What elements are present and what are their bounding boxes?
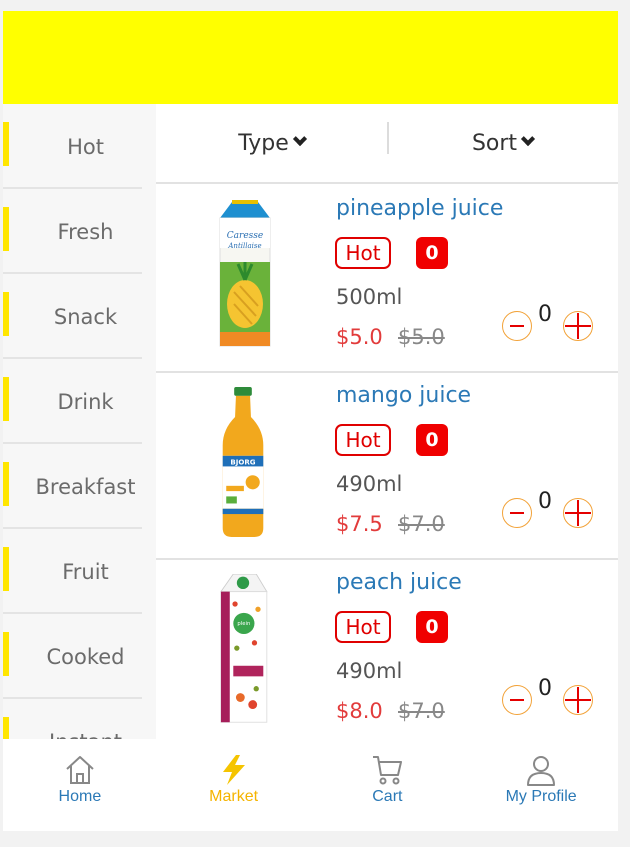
product-name[interactable]: mango juice [336, 383, 471, 408]
sidebar-item-snack[interactable]: Snack [3, 274, 156, 359]
svg-text:plein: plein [237, 621, 250, 627]
sidebar-item-cooked[interactable]: Cooked [3, 614, 156, 699]
product-old-price: $7.0 [398, 699, 445, 723]
product-card[interactable]: Caresse Antillaise pineapple juice Hot 0… [156, 186, 618, 373]
product-price: $8.0 [336, 699, 383, 723]
tab-cart-label: Cart [372, 788, 403, 805]
decrease-quantity-button[interactable] [502, 311, 532, 341]
sidebar-item-label: Instant [37, 730, 122, 740]
sidebar-item-label: Cooked [46, 644, 125, 669]
plus-icon-stroke [577, 687, 579, 713]
tab-home-label: Home [58, 788, 102, 805]
product-name[interactable]: pineapple juice [336, 196, 503, 221]
product-price: $5.0 [336, 325, 383, 349]
chevron-down-icon [292, 131, 307, 147]
sort-filter-button[interactable]: Sort [387, 104, 618, 182]
chevron-down-icon [520, 131, 536, 147]
product-volume: 500ml [336, 285, 403, 309]
top-banner [3, 11, 618, 104]
sidebar-item-label: Hot [67, 134, 104, 159]
minus-icon [510, 512, 524, 514]
sidebar-item-label: Drink [57, 389, 114, 414]
minus-icon [510, 325, 524, 327]
sidebar-item-drink[interactable]: Drink [3, 359, 156, 444]
product-volume: 490ml [336, 472, 403, 496]
product-name[interactable]: peach juice [336, 570, 462, 595]
product-list: Caresse Antillaise pineapple juice Hot 0… [156, 186, 618, 739]
decrease-quantity-button[interactable] [502, 498, 532, 528]
sidebar-item-fresh[interactable]: Fresh [3, 189, 156, 274]
quantity-value: 0 [538, 676, 552, 701]
count-badge: 0 [416, 237, 448, 269]
app-frame: Hot Fresh Snack Drink Breakfast Fruit Co… [3, 11, 618, 831]
count-badge: 0 [416, 611, 448, 643]
hot-tag: Hot [335, 611, 391, 643]
tab-my-profile[interactable]: My Profile [464, 739, 618, 831]
product-volume: 490ml [336, 659, 403, 683]
quantity-value: 0 [538, 302, 552, 327]
sidebar-item-label: Breakfast [35, 474, 136, 499]
product-old-price: $7.0 [398, 512, 445, 536]
svg-text:BJORG: BJORG [230, 458, 255, 467]
sidebar-item-breakfast[interactable]: Breakfast [3, 444, 156, 529]
increase-quantity-button[interactable] [563, 311, 593, 341]
plus-icon-stroke [577, 500, 579, 526]
mango-juice-image: BJORG [222, 387, 264, 537]
tab-cart[interactable]: Cart [311, 739, 465, 831]
sort-filter-label: Sort [471, 130, 518, 156]
product-old-price: $5.0 [398, 325, 445, 349]
filter-bar: Type Sort [156, 104, 618, 184]
sidebar-item-fruit[interactable]: Fruit [3, 529, 156, 614]
bottom-tab-bar: Home Market Cart My Profile [3, 739, 618, 831]
sidebar-item-label: Fruit [62, 559, 109, 584]
count-badge: 0 [416, 424, 448, 456]
sidebar-item-instant[interactable]: Instant [3, 699, 156, 739]
sidebar-item-label: Snack [53, 304, 118, 329]
hot-tag: Hot [335, 424, 391, 456]
profile-icon [527, 756, 556, 786]
home-icon [66, 756, 94, 784]
cart-icon [373, 756, 403, 785]
tab-market[interactable]: Market [157, 739, 311, 831]
increase-quantity-button[interactable] [563, 685, 593, 715]
svg-text:Caresse: Caresse [227, 231, 263, 241]
hot-tag: Hot [335, 237, 391, 269]
sidebar-item-label: Fresh [57, 219, 114, 244]
decrease-quantity-button[interactable] [502, 685, 532, 715]
peach-juice-image: plein [220, 574, 268, 723]
tab-my-profile-label: My Profile [505, 788, 577, 805]
quantity-value: 0 [538, 489, 552, 514]
type-filter-button[interactable]: Type [156, 104, 387, 182]
category-sidebar: Hot Fresh Snack Drink Breakfast Fruit Co… [3, 104, 156, 739]
sidebar-item-hot[interactable]: Hot [3, 104, 156, 189]
product-card[interactable]: plein peach juice Hot 0 490ml $8.0 $7.0 … [156, 560, 618, 739]
svg-text:Antillaise: Antillaise [227, 242, 261, 250]
pineapple-juice-image: Caresse Antillaise [219, 200, 271, 347]
minus-icon [510, 699, 524, 701]
increase-quantity-button[interactable] [563, 498, 593, 528]
product-card[interactable]: BJORG mango juice Hot 0 490ml $7.5 $7.0 … [156, 373, 618, 560]
lightning-icon [222, 755, 245, 785]
product-price: $7.5 [336, 512, 383, 536]
type-filter-label: Type [238, 130, 289, 156]
tab-home[interactable]: Home [3, 739, 157, 831]
tab-market-label: Market [209, 788, 259, 805]
plus-icon-stroke [577, 313, 579, 339]
